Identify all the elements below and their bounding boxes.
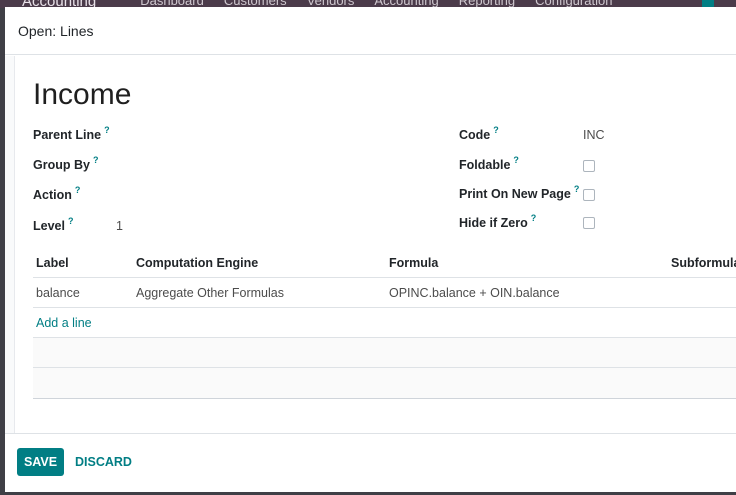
hide-if-zero-checkbox[interactable] [583, 217, 595, 229]
field-print-on-new-page: Print On New Page ? [459, 184, 580, 201]
help-icon[interactable]: ? [93, 155, 99, 165]
field-code: Code ? INC [459, 125, 659, 142]
field-label: Print On New Page [459, 187, 571, 201]
help-icon[interactable]: ? [75, 185, 81, 195]
column-header-engine[interactable]: Computation Engine [136, 256, 258, 270]
field-action: Action ? [33, 185, 81, 202]
add-line-link[interactable]: Add a line [36, 316, 92, 330]
table-bottom-border [33, 398, 736, 399]
field-label: Parent Line [33, 128, 102, 142]
help-icon[interactable]: ? [104, 125, 110, 135]
dialog-title: Open: Lines [18, 22, 94, 39]
expressions-table: Label Computation Engine Formula Subform… [33, 248, 736, 399]
record-name[interactable]: Income [33, 78, 131, 112]
help-icon[interactable]: ? [574, 184, 580, 194]
field-label: Action [33, 188, 72, 202]
field-group-by: Group By ? [33, 155, 99, 172]
help-icon[interactable]: ? [513, 155, 519, 165]
dialog-body: Income Parent Line ? Group By ? Action ?… [5, 56, 736, 433]
field-label: Level [33, 219, 65, 233]
help-icon[interactable]: ? [68, 216, 74, 226]
field-label: Hide if Zero [459, 216, 528, 230]
field-foldable: Foldable ? [459, 155, 519, 172]
column-header-label[interactable]: Label [36, 256, 69, 270]
level-input[interactable]: 1 [116, 219, 123, 233]
foldable-checkbox[interactable] [583, 160, 595, 172]
cell-engine: Aggregate Other Formulas [136, 285, 284, 300]
dialog-header: Open: Lines [5, 7, 736, 55]
column-header-formula[interactable]: Formula [389, 256, 438, 270]
discard-button[interactable]: DISCARD [71, 448, 136, 476]
field-label: Code [459, 128, 491, 142]
field-label: Foldable [459, 158, 511, 172]
dialog: Open: Lines Income Parent Line ? Group B… [5, 7, 736, 492]
cell-formula: OPINC.balance + OIN.balance [389, 285, 560, 300]
add-line-row: Add a line [33, 308, 736, 338]
cell-label: balance [36, 285, 80, 300]
field-label: Group By [33, 158, 90, 172]
help-icon[interactable]: ? [493, 125, 499, 135]
save-button[interactable]: SAVE [17, 448, 64, 476]
table-header: Label Computation Engine Formula Subform… [33, 248, 736, 278]
field-level: Level ? 1 [33, 216, 153, 233]
empty-row [33, 368, 736, 398]
field-hide-if-zero: Hide if Zero ? [459, 213, 537, 230]
field-parent-line: Parent Line ? [33, 125, 110, 142]
empty-row [33, 338, 736, 368]
code-input[interactable]: INC [583, 128, 605, 142]
column-header-subformula[interactable]: Subformula [671, 256, 736, 270]
table-row[interactable]: balance Aggregate Other Formulas OPINC.b… [33, 278, 736, 308]
form-sheet: Income Parent Line ? Group By ? Action ?… [14, 56, 736, 433]
dialog-footer: SAVE DISCARD [5, 433, 736, 492]
help-icon[interactable]: ? [531, 213, 537, 223]
print-on-new-page-checkbox[interactable] [583, 189, 595, 201]
